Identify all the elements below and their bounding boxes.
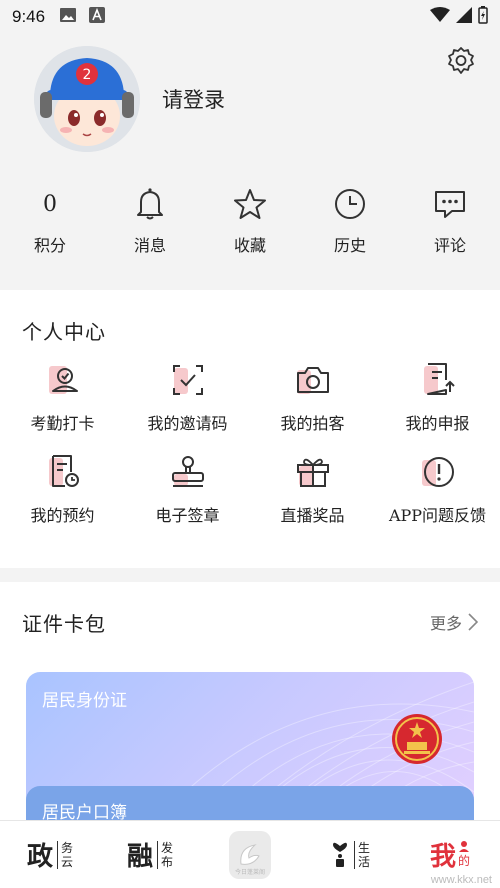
gift-icon	[293, 452, 333, 492]
bottom-tab-bar: 政 务 云 融 发 布 今日蓬莱阁 生 活 我 的 www.kkx.net	[0, 820, 500, 888]
stamp-icon	[168, 452, 208, 492]
hukou-card-title: 居民户口簿	[42, 803, 127, 820]
menu-label: 我的申报	[405, 414, 470, 433]
stat-label: 收藏	[233, 236, 266, 255]
star-icon	[233, 184, 267, 224]
avatar[interactable]: 2	[34, 46, 140, 152]
comment-icon	[433, 184, 467, 224]
tab-small-char: 务	[61, 840, 74, 855]
menu-label: 直播奖品	[280, 506, 345, 525]
stat-label: 评论	[433, 236, 466, 255]
info-person-icon	[330, 838, 350, 872]
tab-big-char: 融	[126, 842, 153, 872]
appointment-icon	[43, 452, 83, 492]
menu-label: 我的拍客	[280, 414, 345, 433]
more-label: 更多	[429, 614, 462, 633]
stat-points[interactable]: 0 积分	[0, 184, 100, 256]
status-bar: 9:46	[0, 0, 500, 34]
app-logo-icon: 今日蓬莱阁	[229, 830, 271, 879]
id-card-title: 居民身份证	[42, 691, 127, 711]
menu-live-prizes[interactable]: 直播奖品	[250, 452, 375, 526]
stats-row: 0 积分 消息 收藏 历史 评论	[0, 184, 500, 256]
font-notification-icon	[89, 6, 106, 28]
more-link[interactable]: 更多	[430, 610, 478, 634]
section-title: 证件卡包	[22, 612, 106, 636]
menu-declaration[interactable]: 我的申报	[375, 360, 500, 434]
settings-gear-icon[interactable]	[446, 46, 476, 76]
tab-small-char: 云	[61, 854, 74, 869]
clock-icon	[333, 184, 367, 224]
stat-label: 消息	[133, 236, 166, 255]
menu-label: APP问题反馈	[388, 506, 487, 525]
tab-small-char: 布	[161, 854, 174, 869]
tab-small-char: 生	[357, 840, 370, 855]
user-dot-icon	[459, 841, 469, 852]
tab-small-char: 的	[458, 854, 471, 868]
tab-small-label: 务 云	[57, 840, 74, 869]
watermark: www.kkx.net	[430, 874, 492, 886]
tab-home-logo[interactable]: 今日蓬莱阁	[200, 830, 300, 879]
tab-small-label: 的	[458, 840, 470, 869]
tab-small-label: 生 活	[353, 840, 370, 869]
menu-checkin[interactable]: 考勤打卡	[0, 360, 125, 434]
personal-center-grid: 考勤打卡 我的邀请码 我的拍客 我的申报 我的预约 电子签章 直播奖品 APP问…	[0, 360, 500, 526]
tab-mine[interactable]: 我 的	[400, 836, 500, 873]
certificate-wallet-card: 证件卡包 更多 居民身份证 居民户口簿	[0, 582, 500, 820]
menu-photographer[interactable]: 我的拍客	[250, 360, 375, 434]
household-register-card[interactable]: 居民户口簿	[26, 786, 474, 820]
stat-label: 历史	[333, 236, 366, 255]
checkin-icon	[43, 360, 83, 400]
personal-center-card: 个人中心 考勤打卡 我的邀请码 我的拍客 我的申报 我的预约 电子签章 直播奖品…	[0, 290, 500, 568]
image-notification-icon	[59, 7, 77, 28]
wifi-icon	[430, 6, 450, 28]
menu-invite-code[interactable]: 我的邀请码	[125, 360, 250, 434]
menu-feedback[interactable]: APP问题反馈	[375, 452, 500, 526]
stat-label: 积分	[33, 236, 66, 255]
signal-icon	[456, 6, 472, 28]
camera-icon	[293, 360, 333, 400]
menu-e-signature[interactable]: 电子签章	[125, 452, 250, 526]
menu-label: 我的邀请码	[147, 414, 228, 433]
profile-header: 2 请登录 0 积分 消息 收藏 历史 评论	[0, 34, 500, 290]
stat-comments[interactable]: 评论	[400, 184, 500, 256]
battery-icon	[478, 5, 488, 29]
upload-doc-icon	[418, 360, 458, 400]
menu-label: 我的预约	[30, 506, 95, 525]
scan-code-icon	[168, 360, 208, 400]
avatar-logo-text: 2	[83, 67, 92, 83]
menu-label: 电子签章	[155, 506, 220, 525]
menu-appointment[interactable]: 我的预约	[0, 452, 125, 526]
tab-big-char: 我	[429, 842, 456, 872]
logo-caption: 今日蓬莱阁	[234, 869, 265, 876]
status-time: 9:46	[12, 7, 46, 26]
stat-history[interactable]: 历史	[300, 184, 400, 256]
section-title: 个人中心	[22, 320, 106, 344]
tab-big-char: 政	[26, 842, 53, 872]
login-prompt[interactable]: 请登录	[162, 84, 225, 114]
tab-small-char: 活	[357, 854, 370, 869]
chevron-right-icon	[468, 613, 478, 631]
stat-messages[interactable]: 消息	[100, 184, 200, 256]
stat-favorites[interactable]: 收藏	[200, 184, 300, 256]
tab-small-label: 发 布	[157, 840, 174, 869]
tab-government[interactable]: 政 务 云	[0, 836, 100, 873]
feedback-icon	[418, 452, 458, 492]
points-value: 0	[43, 191, 57, 217]
bell-icon	[134, 184, 166, 224]
tab-release[interactable]: 融 发 布	[100, 836, 200, 873]
menu-label: 考勤打卡	[30, 414, 95, 433]
national-emblem-icon	[390, 712, 444, 766]
tab-small-char: 发	[161, 840, 174, 855]
tab-life[interactable]: 生 活	[300, 838, 400, 872]
